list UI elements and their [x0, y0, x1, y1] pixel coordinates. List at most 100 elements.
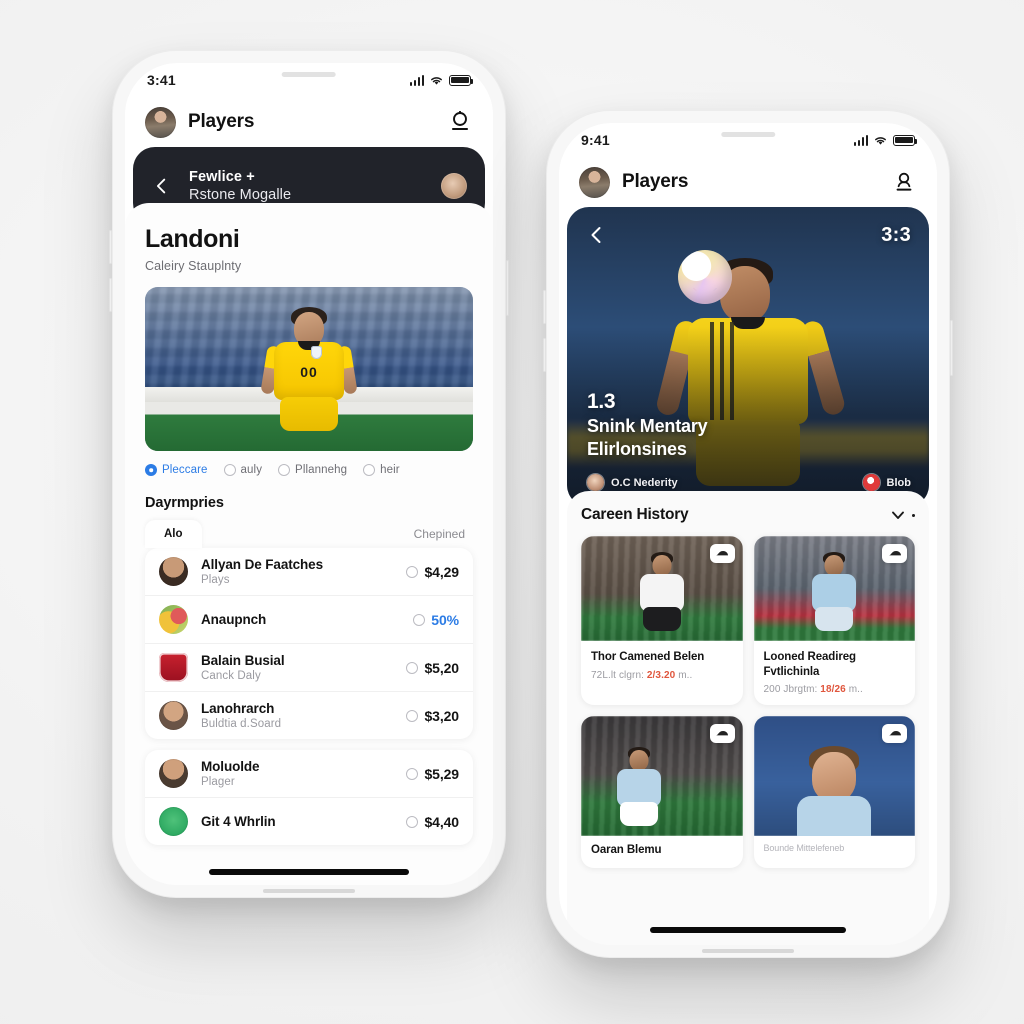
- match-hero-image[interactable]: 3:3 1.3 Snink Mentary Elirlonsines O.C N…: [567, 207, 929, 507]
- career-history-sheet: Careen History Thor Camened Belen 72L.lt…: [567, 491, 929, 945]
- row-title: Anaupnch: [201, 612, 267, 627]
- list-item[interactable]: Lanohrarch Buldtia d.Soard $3,20: [145, 691, 473, 739]
- row-radio-icon[interactable]: [413, 613, 426, 626]
- avatar[interactable]: [579, 166, 610, 198]
- player-hero-image[interactable]: 00: [145, 287, 473, 451]
- filter-chip-3[interactable]: heir: [363, 464, 400, 476]
- device-chin-line: [263, 889, 355, 893]
- career-card-title: Looned Readireg Fvtlichinla: [763, 651, 857, 678]
- career-card-meta: 72L.lt clgrn: 2/3.20 m..: [591, 670, 733, 681]
- power-button[interactable]: [506, 260, 509, 316]
- hero-meta-left[interactable]: O.C Nederity: [587, 474, 678, 491]
- avatar[interactable]: [145, 106, 176, 138]
- arrow-left-icon[interactable]: [585, 223, 609, 247]
- career-card[interactable]: Looned Readireg Fvtlichinla 200 Jbrgtm: …: [753, 536, 915, 706]
- home-indicator-bar[interactable]: [209, 869, 409, 875]
- career-card-thumb: [753, 536, 915, 641]
- filter-chip-0[interactable]: Pleccare: [145, 464, 208, 476]
- row-radio-icon[interactable]: [406, 565, 419, 578]
- hero-meta-row: O.C Nederity Blob: [587, 474, 911, 491]
- career-card[interactable]: Bounde Mittelefeneb: [753, 716, 915, 869]
- radio-icon: [278, 464, 291, 476]
- list-group-1: Allyan De Faatches Plays $4,29 Anaupnch: [145, 548, 473, 739]
- filter-chip-group[interactable]: Pleccare auly Pllannehg heir: [145, 464, 473, 476]
- wifi-icon: [431, 76, 442, 85]
- row-subtitle: Canck Daly: [201, 670, 261, 682]
- right-phone-device: 9:41 Players 3:3 1.3 Snink Mentary Elirl…: [543, 110, 953, 958]
- boot-icon[interactable]: [882, 724, 907, 744]
- page-title: Players: [188, 111, 255, 132]
- career-card-grid: Thor Camened Belen 72L.lt clgrn: 2/3.20 …: [581, 536, 915, 869]
- career-card-title: Bounde Mittelefeneb: [763, 843, 845, 854]
- row-radio-icon[interactable]: [406, 709, 419, 722]
- filter-chip-label: Pleccare: [162, 464, 208, 476]
- page-title: Players: [622, 171, 689, 192]
- career-header[interactable]: Careen History: [581, 506, 915, 524]
- meta-avatar-red-icon: [862, 474, 880, 491]
- meta-right-label: Blob: [886, 476, 911, 489]
- chevron-down-icon[interactable]: [891, 510, 915, 521]
- row-title: Lanohrarch: [201, 701, 275, 716]
- list-item[interactable]: Balain Busial Canck Daly $5,20: [145, 643, 473, 691]
- status-time: 9:41: [581, 132, 610, 148]
- career-meta-suffix: m..: [848, 684, 863, 696]
- profile-outline-icon[interactable]: [447, 109, 473, 135]
- app-bar: Players: [559, 157, 937, 207]
- row-radio-icon[interactable]: [406, 815, 419, 828]
- row-radio-icon[interactable]: [406, 767, 419, 780]
- filter-chip-label: heir: [380, 464, 400, 476]
- row-title: Moluolde: [201, 759, 260, 774]
- match-score: 3:3: [881, 223, 911, 246]
- row-value: $5,29: [424, 765, 459, 782]
- rating-value: 1.3: [587, 389, 616, 413]
- battery-full-icon: [893, 134, 918, 146]
- filter-chip-1[interactable]: auly: [223, 464, 263, 476]
- career-card[interactable]: Oaran Blemu: [581, 716, 743, 869]
- tab-idle[interactable]: Chepined: [414, 527, 473, 541]
- hero-overlay: 1.3 Snink Mentary Elirlonsines O.C Neder…: [587, 390, 911, 491]
- banner-line-2: Rstone Mogalle: [189, 187, 292, 203]
- radio-icon: [145, 464, 157, 476]
- volume-up-button[interactable]: [543, 290, 546, 324]
- left-phone-device: 3:41 Players Fewlice + Rstone Mogalle La…: [109, 50, 509, 898]
- row-value: $3,20: [424, 707, 459, 724]
- content-sheet: Landoni Caleiry Stauplnty 00 Pleccare au…: [125, 203, 493, 885]
- banner-avatar[interactable]: [441, 173, 467, 199]
- list-item[interactable]: Allyan De Faatches Plays $4,29: [145, 548, 473, 595]
- app-bar: Players: [125, 97, 493, 147]
- career-meta-suffix: m..: [678, 669, 693, 681]
- battery-full-icon: [449, 74, 474, 86]
- row-value: 50%: [431, 611, 459, 628]
- career-card[interactable]: Thor Camened Belen 72L.lt clgrn: 2/3.20 …: [581, 536, 743, 706]
- volume-down-button[interactable]: [543, 338, 546, 372]
- club-crest-icon: [159, 653, 188, 682]
- power-button[interactable]: [950, 320, 953, 376]
- status-bar: 9:41: [559, 123, 937, 157]
- filter-chip-2[interactable]: Pllannehg: [278, 464, 347, 476]
- right-phone-screen: 9:41 Players 3:3 1.3 Snink Mentary Elirl…: [559, 123, 937, 945]
- home-indicator-bar[interactable]: [650, 927, 846, 933]
- volume-down-button[interactable]: [109, 278, 112, 312]
- volume-up-button[interactable]: [109, 230, 112, 264]
- hero-title-line-1: Snink Mentary: [587, 415, 708, 436]
- row-subtitle: Plays: [201, 574, 230, 586]
- list-item[interactable]: Anaupnch 50%: [145, 595, 473, 643]
- row-subtitle: Buldtia d.Soard: [201, 718, 282, 730]
- meta-avatar-icon: [587, 474, 604, 491]
- player-name: Landoni: [145, 225, 240, 253]
- boot-icon[interactable]: [709, 544, 735, 563]
- hero-title-line-2: Elirlonsines: [587, 439, 687, 460]
- segmented-tabs[interactable]: Alo Chepined: [145, 520, 473, 548]
- boot-icon[interactable]: [709, 724, 735, 744]
- list-item[interactable]: Moluolde Plager $5,29: [145, 750, 473, 797]
- list-item[interactable]: Git 4 Whrlin $4,40: [145, 797, 473, 845]
- hero-meta-right[interactable]: Blob: [862, 474, 911, 491]
- arrow-left-icon[interactable]: [151, 175, 173, 197]
- green-badge-icon: [159, 807, 188, 836]
- boot-icon[interactable]: [882, 544, 907, 563]
- row-avatar-icon: [159, 557, 188, 586]
- person-underline-icon[interactable]: [891, 169, 917, 195]
- row-radio-icon[interactable]: [406, 661, 419, 674]
- tab-active[interactable]: Alo: [145, 520, 202, 548]
- career-meta-highlight: 2/3.20: [646, 669, 676, 681]
